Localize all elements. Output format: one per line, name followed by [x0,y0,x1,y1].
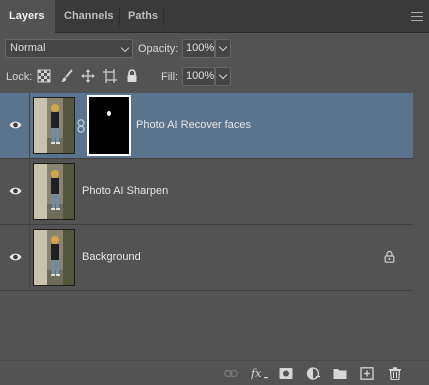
layer-name[interactable]: Background [82,251,141,263]
panel-tab-bar: Layers Channels Paths [0,0,429,34]
layer-name[interactable]: Photo AI Recover faces [136,119,251,131]
fill-dropdown-button[interactable] [215,67,231,86]
panel-menu-icon[interactable] [411,12,423,21]
link-layers-icon[interactable] [224,367,238,380]
lock-transparent-pixels-icon[interactable] [37,69,51,83]
layers-bottom-toolbar: fx [0,360,429,385]
visibility-eye-icon[interactable] [9,120,22,130]
svg-text:fx: fx [251,367,262,380]
layer-divider [29,93,30,159]
layer-divider [29,225,30,291]
layer-name[interactable]: Photo AI Sharpen [82,185,168,197]
add-mask-icon[interactable] [279,367,293,380]
tab-channels[interactable]: Channels [55,0,119,33]
layer-mask-thumbnail[interactable] [87,95,131,156]
delete-layer-trash-icon[interactable] [388,367,402,380]
visibility-eye-icon[interactable] [9,252,22,262]
layer-row-background[interactable]: Background [0,225,413,291]
layer-thumbnail[interactable] [33,163,75,220]
opacity-label: Opacity: [138,43,179,55]
blend-mode-select[interactable]: Normal [5,39,133,58]
tab-paths[interactable]: Paths [119,0,163,33]
opacity-dropdown-button[interactable] [215,39,231,58]
new-layer-icon[interactable] [360,367,374,380]
blend-opacity-row: Normal Opacity: 100% [0,36,429,62]
chevron-down-icon [218,42,228,52]
chevron-down-icon [120,43,130,53]
lock-position-move-icon[interactable] [81,69,95,83]
layer-thumbnail[interactable] [33,229,75,286]
fill-input[interactable]: 100% [182,67,215,86]
mask-white-spot [107,111,111,116]
layer-locked-icon[interactable] [384,250,395,263]
lock-fill-row: Lock: Fill: 100% [0,65,429,89]
layer-row-recover-faces[interactable]: Photo AI Recover faces [0,93,413,159]
adjustment-layer-icon[interactable] [306,367,320,380]
photo-thumbnail-image [34,98,74,153]
opacity-input[interactable]: 100% [182,39,215,58]
tab-divider [163,8,164,26]
lock-label: Lock: [6,71,33,83]
photo-thumbnail-image [34,164,74,219]
layers-list: Photo AI Recover faces Photo AI Sharpen [0,93,413,291]
fill-label: Fill: [161,71,179,83]
mask-link-icon[interactable] [77,119,85,133]
layers-scroll-area[interactable] [413,93,429,291]
fx-layer-style-icon[interactable]: fx [251,367,269,380]
tab-layers[interactable]: Layers [0,0,55,34]
lock-image-pixels-brush-icon[interactable] [60,69,74,83]
lock-artboard-icon[interactable] [103,69,117,83]
layer-row-sharpen[interactable]: Photo AI Sharpen [0,159,413,225]
layer-divider [29,159,30,225]
chevron-down-icon [218,70,228,80]
new-group-folder-icon[interactable] [333,367,347,380]
lock-all-icon[interactable] [125,69,139,83]
blend-mode-value: Normal [10,42,46,54]
layer-thumbnail[interactable] [33,97,75,154]
photo-thumbnail-image [34,230,74,285]
visibility-eye-icon[interactable] [9,186,22,196]
